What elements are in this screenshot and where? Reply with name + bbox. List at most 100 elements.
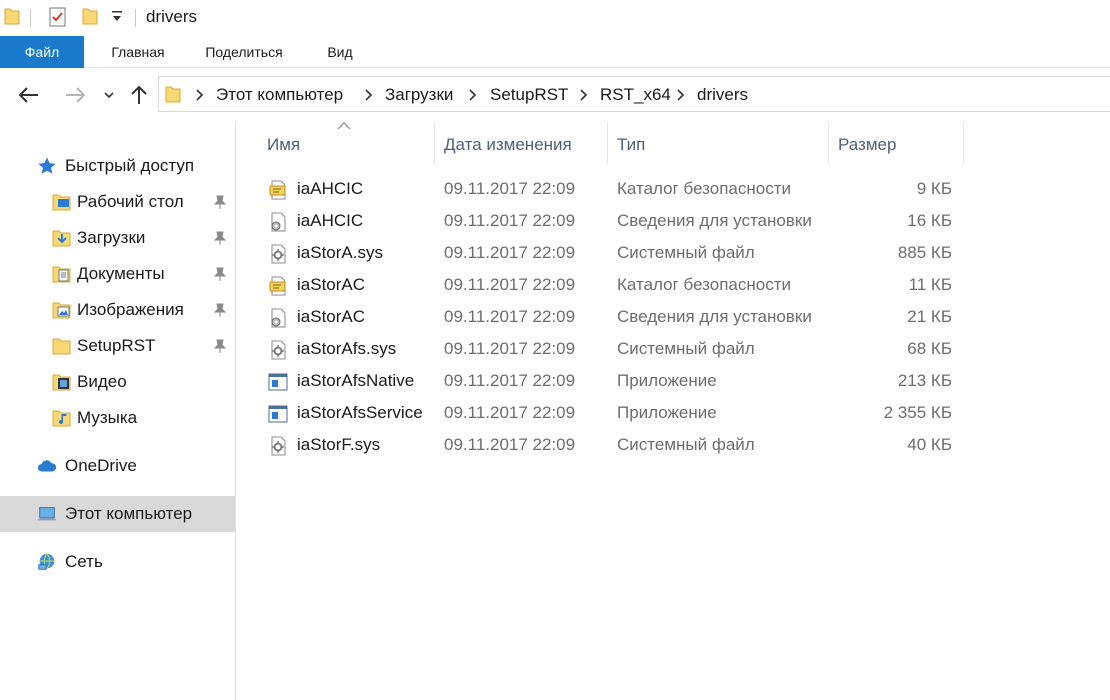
security-catalog-icon (267, 275, 289, 297)
file-row[interactable]: iaStorAfsService 09.11.2017 22:09 Приложен… (257, 398, 957, 430)
sidebar-item-onedrive[interactable]: OneDrive (0, 448, 235, 484)
pin-icon[interactable] (212, 266, 228, 282)
breadcrumb-this-pc[interactable]: Этот компьютер (216, 85, 343, 105)
sidebar-item-label: SetupRST (77, 336, 156, 355)
file-row[interactable]: iaStorA.sys 09.11.2017 22:09 Системный фай… (257, 238, 957, 270)
file-type: Сведения для установки (617, 211, 812, 230)
sidebar-item-music[interactable]: Музыка (0, 400, 235, 436)
file-row[interactable]: iaStorAfs.sys 09.11.2017 22:09 Системный ф… (257, 334, 957, 366)
folder-icon (52, 338, 71, 355)
file-size: 68 КБ (907, 339, 952, 358)
file-size: 2 355 КБ (883, 403, 952, 422)
file-size: 11 КБ (908, 275, 952, 294)
file-row[interactable]: iaAHCIC 09.11.2017 22:09 Сведения для уста… (257, 206, 957, 238)
file-name: iaStorF.sys (297, 435, 381, 454)
chevron-right-icon[interactable] (577, 86, 591, 104)
setup-info-icon (267, 307, 289, 329)
sidebar-item-label: Документы (77, 264, 165, 283)
sidebar-item-quick-access[interactable]: Быстрый доступ (0, 148, 235, 184)
chevron-right-icon[interactable] (193, 86, 207, 104)
sidebar-item-label: Изображения (77, 300, 184, 319)
navigation-bar: Этот компьютер Загрузки SetupRST RST_x64… (0, 68, 1110, 122)
breadcrumb-drivers[interactable]: drivers (697, 85, 748, 105)
file-row[interactable]: iaStorAC 09.11.2017 22:09 Каталог безопасн… (257, 270, 957, 302)
sidebar-item-documents[interactable]: Документы (0, 256, 235, 292)
file-row[interactable]: iaStorAC 09.11.2017 22:09 Сведения для уст… (257, 302, 957, 334)
back-button[interactable] (16, 82, 42, 108)
address-bar[interactable]: Этот компьютер Загрузки SetupRST RST_x64… (158, 76, 1110, 112)
pin-icon[interactable] (212, 194, 228, 210)
chevron-right-icon[interactable] (466, 86, 480, 104)
system-file-icon (267, 243, 289, 265)
column-header-type[interactable]: Тип (607, 122, 828, 164)
arrow-left-icon (18, 87, 38, 103)
column-header-size[interactable]: Размер (828, 122, 963, 164)
tab-share[interactable]: Поделиться (190, 36, 298, 68)
sidebar-item-setuprst[interactable]: SetupRST (0, 328, 235, 364)
file-name: iaStorAfsService (297, 403, 423, 422)
pin-icon[interactable] (212, 302, 228, 318)
file-size: 40 КБ (907, 435, 952, 454)
properties-icon[interactable] (48, 6, 68, 33)
sidebar-item-label: Музыка (77, 408, 138, 427)
sidebar-item-pictures[interactable]: Изображения (0, 292, 235, 328)
title-bar: drivers (0, 0, 1110, 36)
ribbon-tabs: Файл Главная Поделиться Вид (0, 36, 1110, 68)
folder-icon[interactable] (4, 6, 20, 31)
file-type: Каталог безопасности (617, 275, 791, 294)
up-button[interactable] (126, 82, 152, 108)
file-name: iaAHCIC (297, 211, 364, 230)
folder-icon (165, 84, 181, 109)
new-folder-icon[interactable] (82, 6, 98, 31)
sidebar-item-label: OneDrive (65, 456, 137, 475)
sidebar-item-this-pc[interactable]: Этот компьютер (0, 496, 235, 532)
file-date: 09.11.2017 22:09 (444, 211, 576, 230)
file-type: Системный файл (617, 435, 755, 454)
sidebar-item-desktop[interactable]: Рабочий стол (0, 184, 235, 220)
file-row[interactable]: iaAHCIC 09.11.2017 22:09 Каталог безопасно… (257, 174, 957, 206)
sidebar-item-label: Загрузки (77, 228, 146, 247)
file-type: Сведения для установки (617, 307, 812, 326)
sidebar-item-label: Этот компьютер (65, 504, 193, 523)
computer-icon (37, 507, 57, 521)
breadcrumb-downloads[interactable]: Загрузки (385, 85, 453, 105)
file-size: 885 КБ (897, 243, 952, 262)
column-header-name[interactable]: Имя (257, 122, 434, 164)
sidebar-item-label: Видео (77, 372, 127, 391)
cloud-icon (37, 460, 57, 472)
tab-file[interactable]: Файл (0, 36, 84, 68)
file-row[interactable]: iaStorF.sys 09.11.2017 22:09 Системный фай… (257, 430, 957, 462)
file-name: iaStorAC (297, 307, 366, 326)
sidebar-item-downloads[interactable]: Загрузки (0, 220, 235, 256)
tab-view[interactable]: Вид (312, 36, 368, 68)
chevron-right-icon[interactable] (362, 86, 376, 104)
pin-icon[interactable] (212, 230, 228, 246)
pin-icon[interactable] (212, 338, 228, 354)
arrow-right-icon (66, 87, 86, 103)
sidebar-item-videos[interactable]: Видео (0, 364, 235, 400)
network-icon (38, 553, 55, 570)
column-divider[interactable] (963, 122, 964, 164)
quick-access-toolbar-dropdown-icon[interactable] (110, 8, 124, 29)
file-size: 9 КБ (916, 179, 952, 198)
breadcrumb-rst-x64[interactable]: RST_x64 (600, 85, 671, 105)
forward-button[interactable] (62, 82, 88, 108)
file-size: 21 КБ (907, 307, 952, 326)
file-row[interactable]: iaStorAfsNative 09.11.2017 22:09 Приложени… (257, 366, 957, 398)
breadcrumb-setuprst[interactable]: SetupRST (490, 85, 568, 105)
file-name: iaStorAfsNative (297, 371, 415, 390)
sidebar-item-label: Сеть (65, 552, 103, 571)
file-date: 09.11.2017 22:09 (444, 403, 576, 422)
desktop-folder-icon (52, 194, 71, 211)
arrow-up-icon (131, 85, 147, 104)
star-icon (38, 157, 56, 174)
file-date: 09.11.2017 22:09 (444, 275, 576, 294)
column-header-date[interactable]: Дата изменения (434, 122, 607, 164)
chevron-right-icon[interactable] (674, 86, 688, 104)
videos-folder-icon (52, 374, 71, 391)
recent-locations-button[interactable] (96, 82, 122, 108)
tab-home[interactable]: Главная (93, 36, 183, 68)
sidebar-item-network[interactable]: Сеть (0, 544, 235, 580)
music-folder-icon (52, 410, 71, 427)
file-type: Системный файл (617, 339, 755, 358)
